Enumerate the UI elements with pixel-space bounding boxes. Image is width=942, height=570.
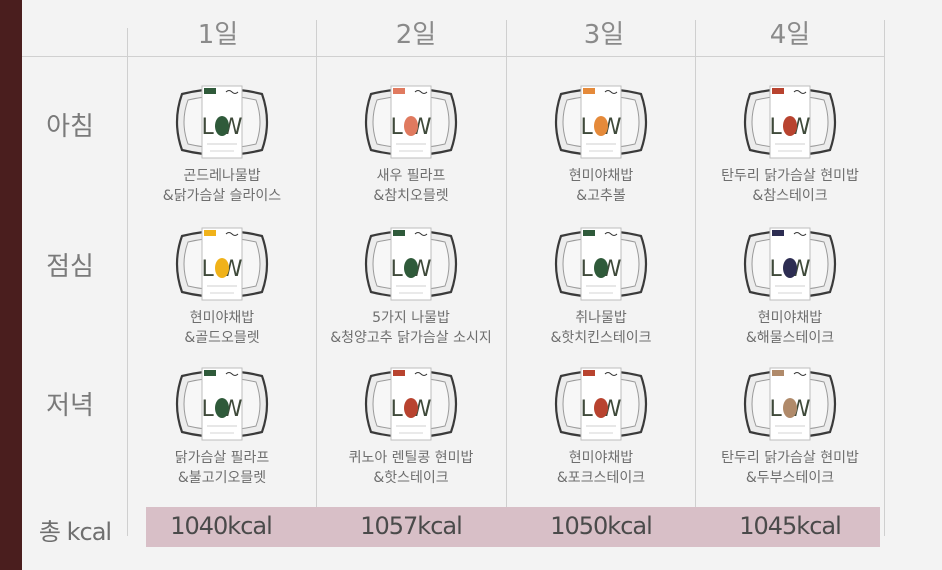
- meal-box-image: L W: [742, 226, 838, 302]
- meal-caption: 탄두리 닭가슴살 현미밥 &두부스테이크: [721, 448, 859, 488]
- header-divider: [22, 56, 884, 57]
- meal-cell[interactable]: L W 퀴노아 렌틸콩 현미밥 &핫스테이크: [317, 366, 505, 516]
- meal-cell[interactable]: L W 취나물밥 &핫치킨스테이크: [507, 226, 695, 376]
- meal-name-line2: &참스테이크: [752, 188, 828, 204]
- meal-name-line2: &고추볼: [576, 188, 626, 204]
- total-kcal-label: 총 kcal: [38, 518, 112, 546]
- meal-cell[interactable]: L W 현미야채밥 &해물스테이크: [696, 226, 884, 376]
- meal-box-image: L W: [174, 84, 270, 160]
- meal-box-image: L W: [363, 226, 459, 302]
- meal-caption: 곤드레나물밥 &닭가슴살 슬라이스: [163, 166, 281, 206]
- meal-cell[interactable]: L W 닭가슴살 필라프 &불고기오믈렛: [128, 366, 316, 516]
- meal-cell[interactable]: L W 현미야채밥 &고추볼: [507, 84, 695, 234]
- meal-caption: 퀴노아 렌틸콩 현미밥 &핫스테이크: [349, 448, 474, 488]
- meal-name-line1: 탄두리 닭가슴살 현미밥: [721, 450, 859, 466]
- meal-name-line1: 곤드레나물밥: [183, 168, 261, 184]
- brand-side-bar: [0, 0, 22, 570]
- column-divider: [884, 20, 885, 536]
- meal-cell[interactable]: L W 탄두리 닭가슴살 현미밥 &참스테이크: [696, 84, 884, 234]
- meal-caption: 취나물밥 &핫치킨스테이크: [550, 308, 651, 348]
- meal-box-image: L W: [174, 226, 270, 302]
- day-header-1: 1일: [197, 20, 239, 50]
- meal-caption: 현미야채밥 &골드오믈렛: [184, 308, 259, 348]
- meal-label-lunch: 점심: [46, 252, 94, 282]
- meal-box-image: L W: [742, 84, 838, 160]
- meal-name-line2: &핫스테이크: [373, 470, 449, 486]
- day-header-4: 4일: [769, 20, 811, 50]
- meal-name-line1: 현미야채밥: [189, 310, 255, 326]
- meal-caption: 현미야채밥 &고추볼: [569, 166, 633, 206]
- meal-caption: 닭가슴살 필라프 &불고기오믈렛: [175, 448, 270, 488]
- meal-box-image: L W: [742, 366, 838, 442]
- meal-box-image: L W: [553, 226, 649, 302]
- meal-cell[interactable]: L W 현미야채밥 &포크스테이크: [507, 366, 695, 516]
- meal-box-image: L W: [553, 366, 649, 442]
- meal-name-line2: &참치오믈렛: [373, 188, 449, 204]
- total-kcal-day-1: 1040kcal: [170, 512, 273, 540]
- meal-caption: 탄두리 닭가슴살 현미밥 &참스테이크: [721, 166, 859, 206]
- meal-name-line2: &골드오믈렛: [184, 330, 260, 346]
- meal-cell[interactable]: L W 현미야채밥 &골드오믈렛: [128, 226, 316, 376]
- meal-caption: 5가지 나물밥 &청양고추 닭가슴살 소시지: [330, 308, 492, 348]
- meal-name-line2: &청양고추 닭가슴살 소시지: [330, 330, 492, 346]
- meal-name-line2: &두부스테이크: [745, 470, 835, 486]
- total-kcal-day-4: 1045kcal: [739, 512, 842, 540]
- meal-name-line1: 새우 필라프: [376, 168, 446, 184]
- meal-name-line1: 현미야채밥: [568, 168, 634, 184]
- meal-name-line1: 퀴노아 렌틸콩 현미밥: [348, 450, 474, 466]
- meal-name-line1: 닭가슴살 필라프: [174, 450, 270, 466]
- total-kcal-day-3: 1050kcal: [550, 512, 653, 540]
- meal-cell[interactable]: L W 곤드레나물밥 &닭가슴살 슬라이스: [128, 84, 316, 234]
- meal-name-line2: &닭가슴살 슬라이스: [162, 188, 282, 204]
- meal-box-image: L W: [174, 366, 270, 442]
- meal-name-line1: 탄두리 닭가슴살 현미밥: [721, 168, 859, 184]
- meal-name-line2: &핫치킨스테이크: [550, 330, 652, 346]
- meal-cell[interactable]: L W 5가지 나물밥 &청양고추 닭가슴살 소시지: [317, 226, 505, 376]
- day-header-2: 2일: [395, 20, 437, 50]
- meal-name-line1: 취나물밥: [575, 310, 627, 326]
- meal-name-line2: &해물스테이크: [745, 330, 835, 346]
- meal-cell[interactable]: L W 새우 필라프 &참치오믈렛: [317, 84, 505, 234]
- day-header-3: 3일: [583, 20, 625, 50]
- meal-box-image: L W: [553, 84, 649, 160]
- meal-box-image: L W: [363, 84, 459, 160]
- meal-name-line1: 5가지 나물밥: [372, 310, 450, 326]
- meal-name-line2: &포크스테이크: [556, 470, 646, 486]
- total-kcal-day-2: 1057kcal: [360, 512, 463, 540]
- meal-caption: 현미야채밥 &포크스테이크: [557, 448, 645, 488]
- meal-caption: 현미야채밥 &해물스테이크: [746, 308, 834, 348]
- meal-cell[interactable]: L W 탄두리 닭가슴살 현미밥 &두부스테이크: [696, 366, 884, 516]
- meal-name-line1: 현미야채밥: [757, 310, 823, 326]
- meal-label-dinner: 저녁: [46, 391, 94, 421]
- meal-label-breakfast: 아침: [46, 112, 94, 142]
- meal-caption: 새우 필라프 &참치오믈렛: [373, 166, 448, 206]
- meal-box-image: L W: [363, 366, 459, 442]
- meal-name-line1: 현미야채밥: [568, 450, 634, 466]
- meal-name-line2: &불고기오믈렛: [177, 470, 267, 486]
